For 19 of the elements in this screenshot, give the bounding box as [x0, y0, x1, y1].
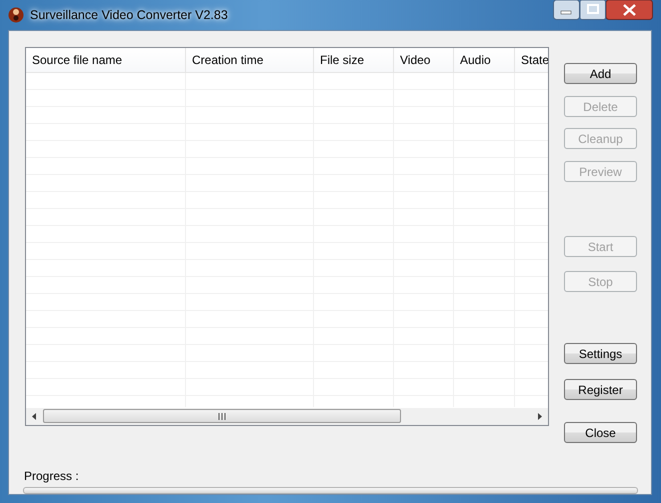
scroll-right-icon[interactable]: [538, 413, 542, 420]
grip-icon: [218, 412, 226, 420]
horizontal-scrollbar[interactable]: [26, 407, 548, 425]
add-button[interactable]: Add: [564, 63, 637, 84]
column-header[interactable]: Source file name: [32, 53, 122, 67]
settings-button[interactable]: Settings: [564, 343, 637, 364]
scroll-left-icon[interactable]: [32, 413, 36, 420]
progress-label: Progress :: [24, 469, 79, 483]
maximize-button[interactable]: [580, 0, 606, 20]
close-button[interactable]: Close: [564, 422, 637, 443]
minimize-button[interactable]: [553, 0, 580, 20]
column-header[interactable]: Audio: [460, 53, 491, 67]
register-button[interactable]: Register: [564, 379, 637, 400]
app-icon: [8, 7, 24, 23]
window-title: Surveillance Video Converter V2.83: [30, 8, 228, 22]
column-header[interactable]: Video: [400, 53, 430, 67]
column-header[interactable]: Creation time: [192, 53, 264, 67]
column-header[interactable]: File size: [320, 53, 364, 67]
close-icon[interactable]: [606, 0, 653, 20]
